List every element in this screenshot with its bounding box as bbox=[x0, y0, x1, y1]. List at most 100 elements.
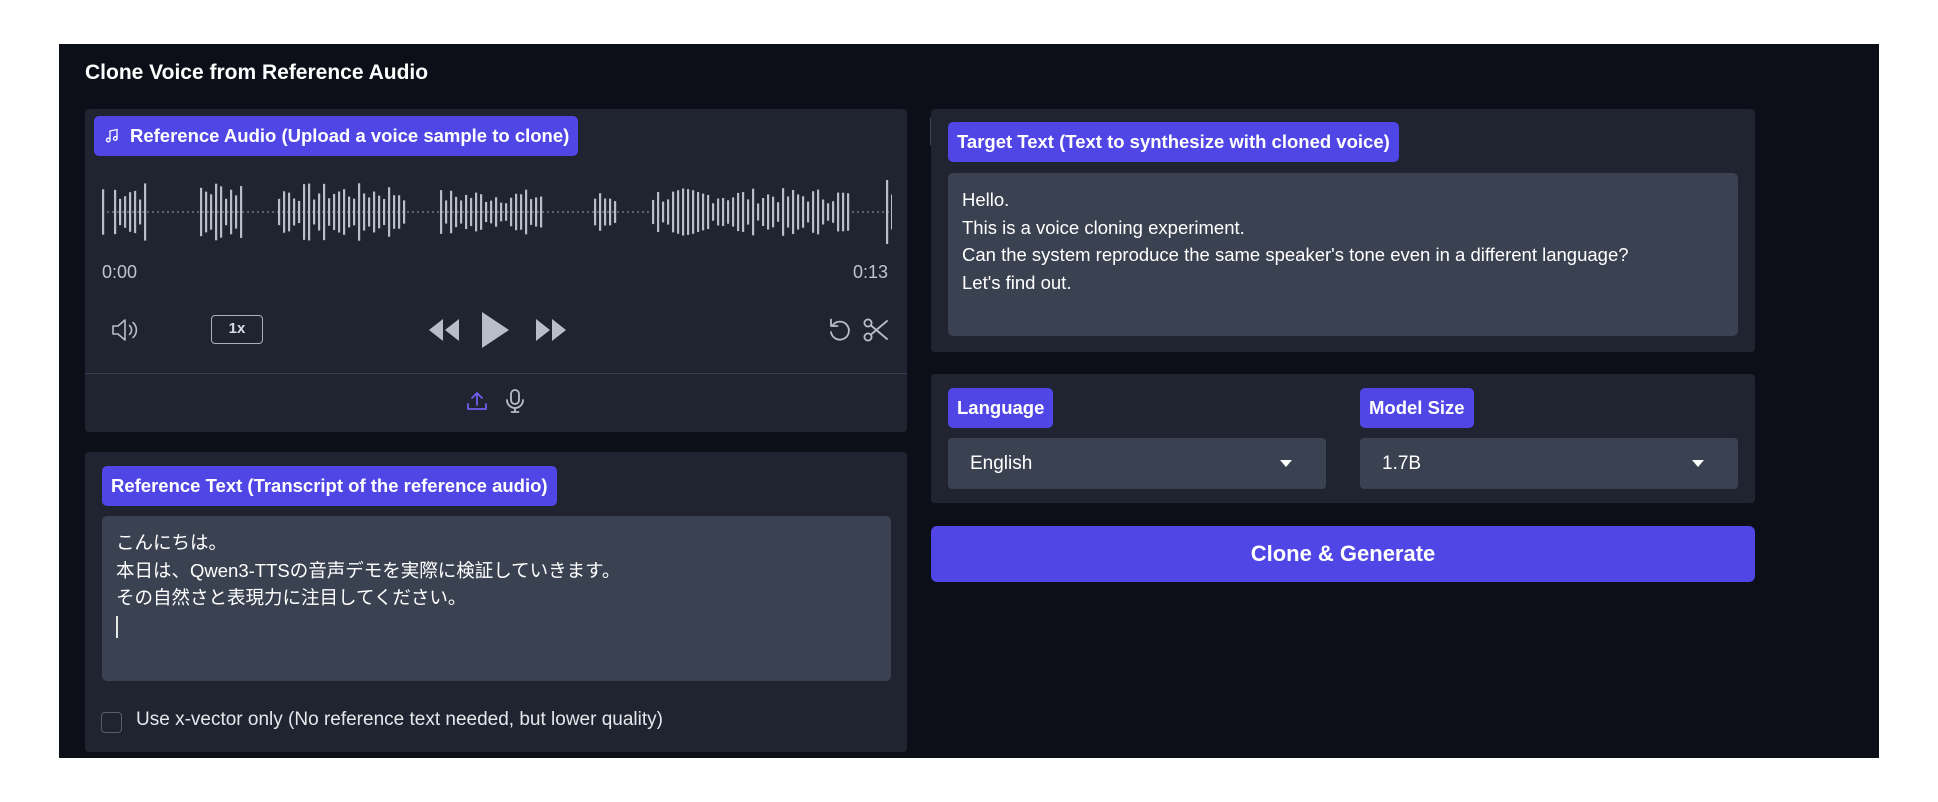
waveform-bar bbox=[702, 193, 705, 231]
waveform-bar bbox=[225, 198, 228, 226]
waveform-bar bbox=[134, 190, 137, 234]
reference-text-input[interactable]: こんにちは。 本日は、Qwen3-TTSの音声デモを実際に検証していきます。 そ… bbox=[102, 516, 891, 681]
xvector-only-label[interactable]: Use x-vector only (No reference text nee… bbox=[136, 709, 663, 731]
waveform-bar bbox=[594, 198, 597, 226]
reference-text-line: こんにちは。 bbox=[116, 532, 228, 553]
waveform-bar bbox=[510, 197, 513, 227]
waveform-bar bbox=[847, 193, 850, 231]
waveform-bar bbox=[842, 192, 845, 232]
waveform-bar bbox=[383, 198, 386, 226]
waveform-bar bbox=[822, 199, 825, 225]
waveform-bar bbox=[215, 183, 218, 241]
waveform-bar bbox=[440, 190, 443, 234]
waveform-bar bbox=[328, 198, 331, 226]
rewind-icon[interactable] bbox=[427, 317, 461, 343]
waveform-bar bbox=[817, 189, 820, 235]
waveform-bar bbox=[827, 203, 830, 221]
waveform-bar bbox=[797, 194, 800, 230]
waveform-bar bbox=[717, 198, 720, 226]
waveform-bar bbox=[205, 191, 208, 233]
waveform-bar bbox=[832, 201, 835, 223]
waveform-bar bbox=[530, 199, 533, 225]
waveform-bar bbox=[891, 194, 892, 230]
volume-icon[interactable] bbox=[110, 316, 142, 344]
target-text-line: Let's find out. bbox=[962, 271, 1072, 293]
waveform-bar bbox=[697, 191, 700, 233]
waveform-bar bbox=[308, 183, 311, 241]
audio-waveform[interactable] bbox=[102, 174, 892, 250]
waveform-bar bbox=[886, 179, 889, 245]
waveform-bar bbox=[348, 196, 351, 228]
model-size-select[interactable]: 1.7B bbox=[1360, 438, 1738, 489]
waveform-bar bbox=[692, 190, 695, 234]
waveform-bar bbox=[124, 196, 127, 228]
waveform-bar bbox=[742, 192, 745, 232]
waveform-bar bbox=[782, 188, 785, 236]
waveform-bar bbox=[515, 193, 518, 231]
music-note-icon bbox=[105, 128, 118, 143]
waveform-bar bbox=[707, 194, 710, 230]
waveform-bar bbox=[398, 195, 401, 229]
waveform-bar bbox=[777, 202, 780, 222]
waveform-bar bbox=[787, 196, 790, 228]
xvector-only-checkbox[interactable] bbox=[101, 712, 122, 733]
waveform-bar bbox=[323, 183, 326, 241]
waveform-bar bbox=[752, 188, 755, 236]
target-text-input[interactable]: Hello. This is a voice cloning experimen… bbox=[948, 173, 1738, 336]
waveform-bar bbox=[712, 203, 715, 221]
dropdown-caret-icon bbox=[1692, 460, 1704, 467]
reset-icon[interactable] bbox=[826, 316, 854, 344]
waveform-bar bbox=[373, 191, 376, 233]
voice-clone-app: Clone Voice from Reference Audio Referen… bbox=[59, 44, 1879, 758]
text-cursor bbox=[116, 615, 118, 638]
waveform-bar bbox=[363, 193, 366, 231]
waveform-bar bbox=[102, 189, 105, 235]
waveform-bar bbox=[772, 196, 775, 228]
waveform-bar bbox=[235, 195, 238, 229]
waveform-bar bbox=[525, 189, 528, 235]
waveform-bar bbox=[767, 194, 770, 230]
waveform-bar bbox=[129, 192, 132, 232]
waveform-bar bbox=[338, 191, 341, 233]
reference-audio-panel bbox=[85, 109, 907, 432]
waveform-bar bbox=[682, 188, 685, 236]
waveform-bar bbox=[358, 183, 361, 241]
clone-generate-button[interactable]: Clone & Generate bbox=[931, 526, 1755, 582]
waveform-bar bbox=[732, 197, 735, 227]
waveform-bar bbox=[283, 191, 286, 233]
play-icon[interactable] bbox=[479, 310, 511, 350]
waveform-bar bbox=[114, 189, 117, 235]
microphone-icon[interactable] bbox=[503, 388, 527, 414]
playback-speed-button[interactable]: 1x bbox=[211, 315, 263, 344]
waveform-bar bbox=[490, 200, 493, 224]
waveform-bar bbox=[722, 198, 725, 226]
waveform-bar bbox=[445, 200, 448, 224]
waveform-bar bbox=[540, 196, 543, 228]
upload-icon[interactable] bbox=[465, 389, 489, 413]
fast-forward-icon[interactable] bbox=[534, 317, 568, 343]
scissors-icon[interactable] bbox=[862, 316, 890, 344]
model-size-label: Model Size bbox=[1360, 388, 1474, 428]
waveform-bar bbox=[495, 197, 498, 227]
waveform-bar bbox=[343, 189, 346, 235]
current-time: 0:00 bbox=[102, 262, 138, 282]
waveform-bar bbox=[393, 195, 396, 229]
target-text-line: Can the system reproduce the same speake… bbox=[962, 244, 1629, 265]
waveform-bar bbox=[802, 196, 805, 228]
waveform-bar bbox=[230, 189, 233, 235]
waveform-bar bbox=[812, 191, 815, 233]
waveform-bar bbox=[240, 186, 243, 238]
waveform-bar bbox=[450, 190, 453, 234]
language-value: English bbox=[970, 453, 1033, 474]
waveform-bar bbox=[465, 194, 468, 230]
language-select[interactable]: English bbox=[948, 438, 1326, 489]
waveform-bar bbox=[747, 199, 750, 225]
waveform-bar bbox=[144, 183, 147, 241]
waveform-bar bbox=[200, 187, 203, 237]
reference-text-line: 本日は、Qwen3-TTSの音声デモを実際に検証していきます。 bbox=[116, 559, 621, 581]
waveform-bar bbox=[727, 200, 730, 224]
waveform-bar bbox=[807, 201, 810, 223]
waveform-bar bbox=[298, 200, 301, 224]
waveform-bar bbox=[672, 191, 675, 233]
waveform-bar bbox=[388, 187, 391, 237]
